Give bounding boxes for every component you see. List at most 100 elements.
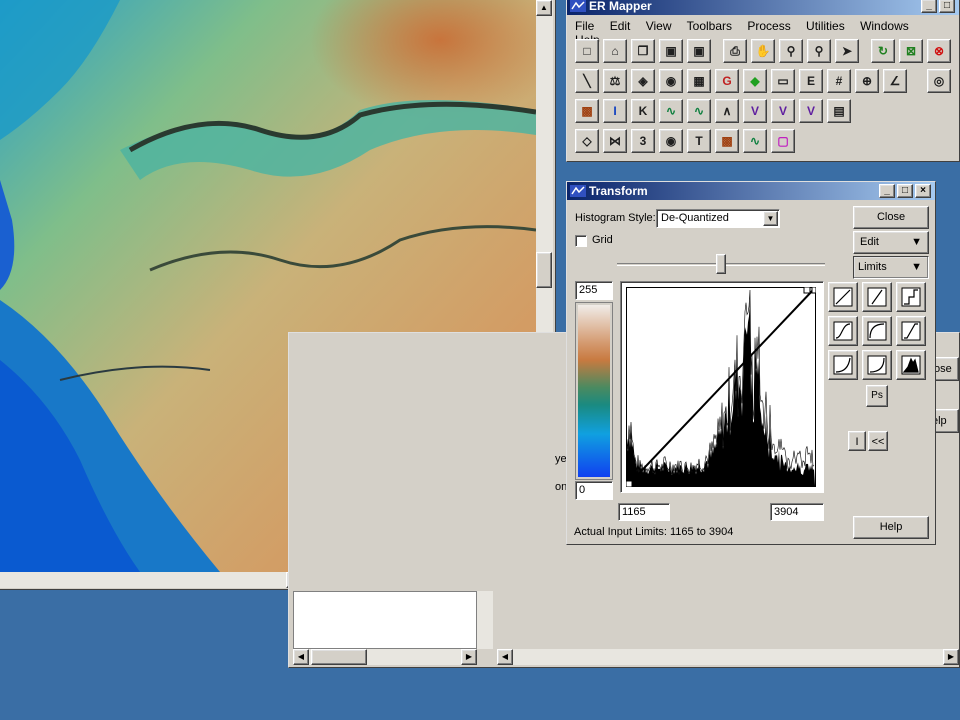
copy-tool-button[interactable]: ❐: [631, 39, 655, 63]
classify-tool-button[interactable]: ▩: [715, 129, 739, 153]
geo-tool-button[interactable]: G: [715, 69, 739, 93]
help-button[interactable]: Help: [853, 516, 929, 539]
background-right-scroll-right-button[interactable]: ▶: [943, 649, 959, 665]
annotation-tool-button[interactable]: ◇: [575, 129, 599, 153]
vd-tool-button[interactable]: V: [743, 99, 767, 123]
zoom-tool-button[interactable]: ⚲: [779, 39, 803, 63]
output-min-field[interactable]: 0: [575, 481, 613, 500]
wave-tool-button[interactable]: ∿: [659, 99, 683, 123]
histogram-equalize-preset-button[interactable]: [896, 350, 926, 380]
background-left-vscroll[interactable]: [477, 591, 493, 649]
formula-tool-button[interactable]: E: [799, 69, 823, 93]
background-left-scroll-left-button[interactable]: ◀: [293, 649, 309, 665]
folder-tool-button[interactable]: ▭: [771, 69, 795, 93]
curve-handle-end-2[interactable]: [811, 287, 816, 294]
menu-file[interactable]: File: [575, 19, 594, 33]
zoom-box-tool-button[interactable]: ⚲: [807, 39, 831, 63]
wave3-tool-button[interactable]: ∿: [743, 129, 767, 153]
filter-tool-button[interactable]: K: [631, 99, 655, 123]
map-vertical-scroll-thumb[interactable]: [536, 252, 552, 288]
refresh-tool-button[interactable]: ↻: [871, 39, 895, 63]
menu-utilities[interactable]: Utilities: [806, 19, 845, 33]
step-preset-button[interactable]: [896, 282, 926, 312]
er-mapper-maximize-button[interactable]: □: [939, 0, 955, 13]
angle-tool-button[interactable]: ∠: [883, 69, 907, 93]
background-left-hscroll[interactable]: ◀ ▶: [293, 649, 477, 665]
3d-tool-button[interactable]: 3: [631, 129, 655, 153]
slider-thumb[interactable]: [716, 254, 726, 274]
histogram-plot[interactable]: [626, 287, 816, 487]
save-tool-button[interactable]: ▣: [659, 39, 683, 63]
er-mapper-minimize-button[interactable]: _: [921, 0, 937, 13]
inverse-curve-preset-button[interactable]: [828, 350, 858, 380]
close-button[interactable]: Close: [853, 206, 929, 229]
histogram-panel[interactable]: [620, 281, 824, 493]
i-button[interactable]: I: [848, 431, 866, 451]
transform-slider[interactable]: [617, 254, 825, 276]
vd2-tool-button[interactable]: V: [771, 99, 795, 123]
input-max-field[interactable]: 3904: [770, 503, 824, 521]
menu-toolbars[interactable]: Toolbars: [687, 19, 732, 33]
transform-curve-presets: [828, 282, 930, 380]
ps-button[interactable]: Ps: [866, 385, 888, 407]
background-right-scroll-left-button[interactable]: ◀: [497, 649, 513, 665]
pointer-tool-button[interactable]: ➤: [835, 39, 859, 63]
info-tool-button[interactable]: I: [603, 99, 627, 123]
print-tool-button[interactable]: ⎙: [723, 39, 747, 63]
close-red-tool-button[interactable]: ⊗: [927, 39, 951, 63]
frame-tool-button[interactable]: ▢: [771, 129, 795, 153]
transform-close-x-button[interactable]: ×: [915, 184, 931, 198]
layer-tool-button[interactable]: ◈: [631, 69, 655, 93]
curve-handle-start[interactable]: [626, 480, 633, 487]
vd3-tool-button[interactable]: V: [799, 99, 823, 123]
log-curve-preset-button[interactable]: [862, 316, 892, 346]
transform-maximize-button[interactable]: □: [897, 184, 913, 198]
back-button[interactable]: <<: [868, 431, 888, 451]
tm-tool-button[interactable]: T: [687, 129, 711, 153]
pan-hand-tool-button[interactable]: ✋: [751, 39, 775, 63]
exp-curve-preset-button[interactable]: [862, 350, 892, 380]
filter-icon: K: [638, 104, 648, 118]
menu-process[interactable]: Process: [747, 19, 790, 33]
histogram-style-select[interactable]: De-Quantized ▼: [656, 209, 780, 228]
grid-checkbox[interactable]: [575, 235, 587, 247]
transform-minimize-button[interactable]: _: [879, 184, 895, 198]
clip-linear-preset-button[interactable]: [896, 316, 926, 346]
wave2-tool-button[interactable]: ∿: [687, 99, 711, 123]
transform-titlebar[interactable]: Transform _ □ ×: [567, 182, 935, 200]
chevron-down-icon[interactable]: ▼: [763, 211, 778, 226]
open-tool-button[interactable]: ⌂: [603, 39, 627, 63]
linear-preset-button[interactable]: [828, 282, 858, 312]
process-tool-button[interactable]: ◉: [659, 69, 683, 93]
s-curve-preset-button[interactable]: [828, 316, 858, 346]
image-tool-button[interactable]: ▩: [575, 99, 599, 123]
background-left-scroll-right-button[interactable]: ▶: [461, 649, 477, 665]
overview-tool-button[interactable]: ▤: [827, 99, 851, 123]
limits-menu-button[interactable]: Limits ▼: [853, 256, 929, 279]
menu-windows[interactable]: Windows: [860, 19, 909, 33]
calc-tool-button[interactable]: ▦: [687, 69, 711, 93]
new-tool-button[interactable]: □: [575, 39, 599, 63]
background-right-hscroll[interactable]: ◀ ▶: [497, 649, 959, 665]
map-scroll-up-button[interactable]: ▲: [536, 0, 552, 16]
linear-steep-preset-button[interactable]: [862, 282, 892, 312]
grid-tool-button[interactable]: #: [827, 69, 851, 93]
crosshair-tool-button[interactable]: ⊕: [855, 69, 879, 93]
output-max-field[interactable]: 255: [575, 281, 613, 300]
stop-refresh-tool-button[interactable]: ⊠: [899, 39, 923, 63]
traverse-tool-button[interactable]: ◉: [659, 129, 683, 153]
chart-tool-button[interactable]: ∧: [715, 99, 739, 123]
layers-green-tool-button[interactable]: ◆: [743, 69, 767, 93]
save-as-tool-button[interactable]: ▣: [687, 39, 711, 63]
menu-view[interactable]: View: [646, 19, 672, 33]
balance-tool-button[interactable]: ⚖: [603, 69, 627, 93]
background-left-hscroll-thumb[interactable]: [311, 649, 367, 665]
edit-menu-button[interactable]: Edit ▼: [853, 231, 929, 254]
input-min-field[interactable]: 1165: [618, 503, 670, 521]
er-mapper-titlebar[interactable]: ER Mapper _ □: [567, 0, 959, 15]
mosaic-tool-button[interactable]: ⋈: [603, 129, 627, 153]
line-tool-tool-button[interactable]: ╲: [575, 69, 599, 93]
menu-edit[interactable]: Edit: [610, 19, 631, 33]
magnifier-tool-button[interactable]: ◎: [927, 69, 951, 93]
curve-handle-end[interactable]: [803, 287, 811, 294]
